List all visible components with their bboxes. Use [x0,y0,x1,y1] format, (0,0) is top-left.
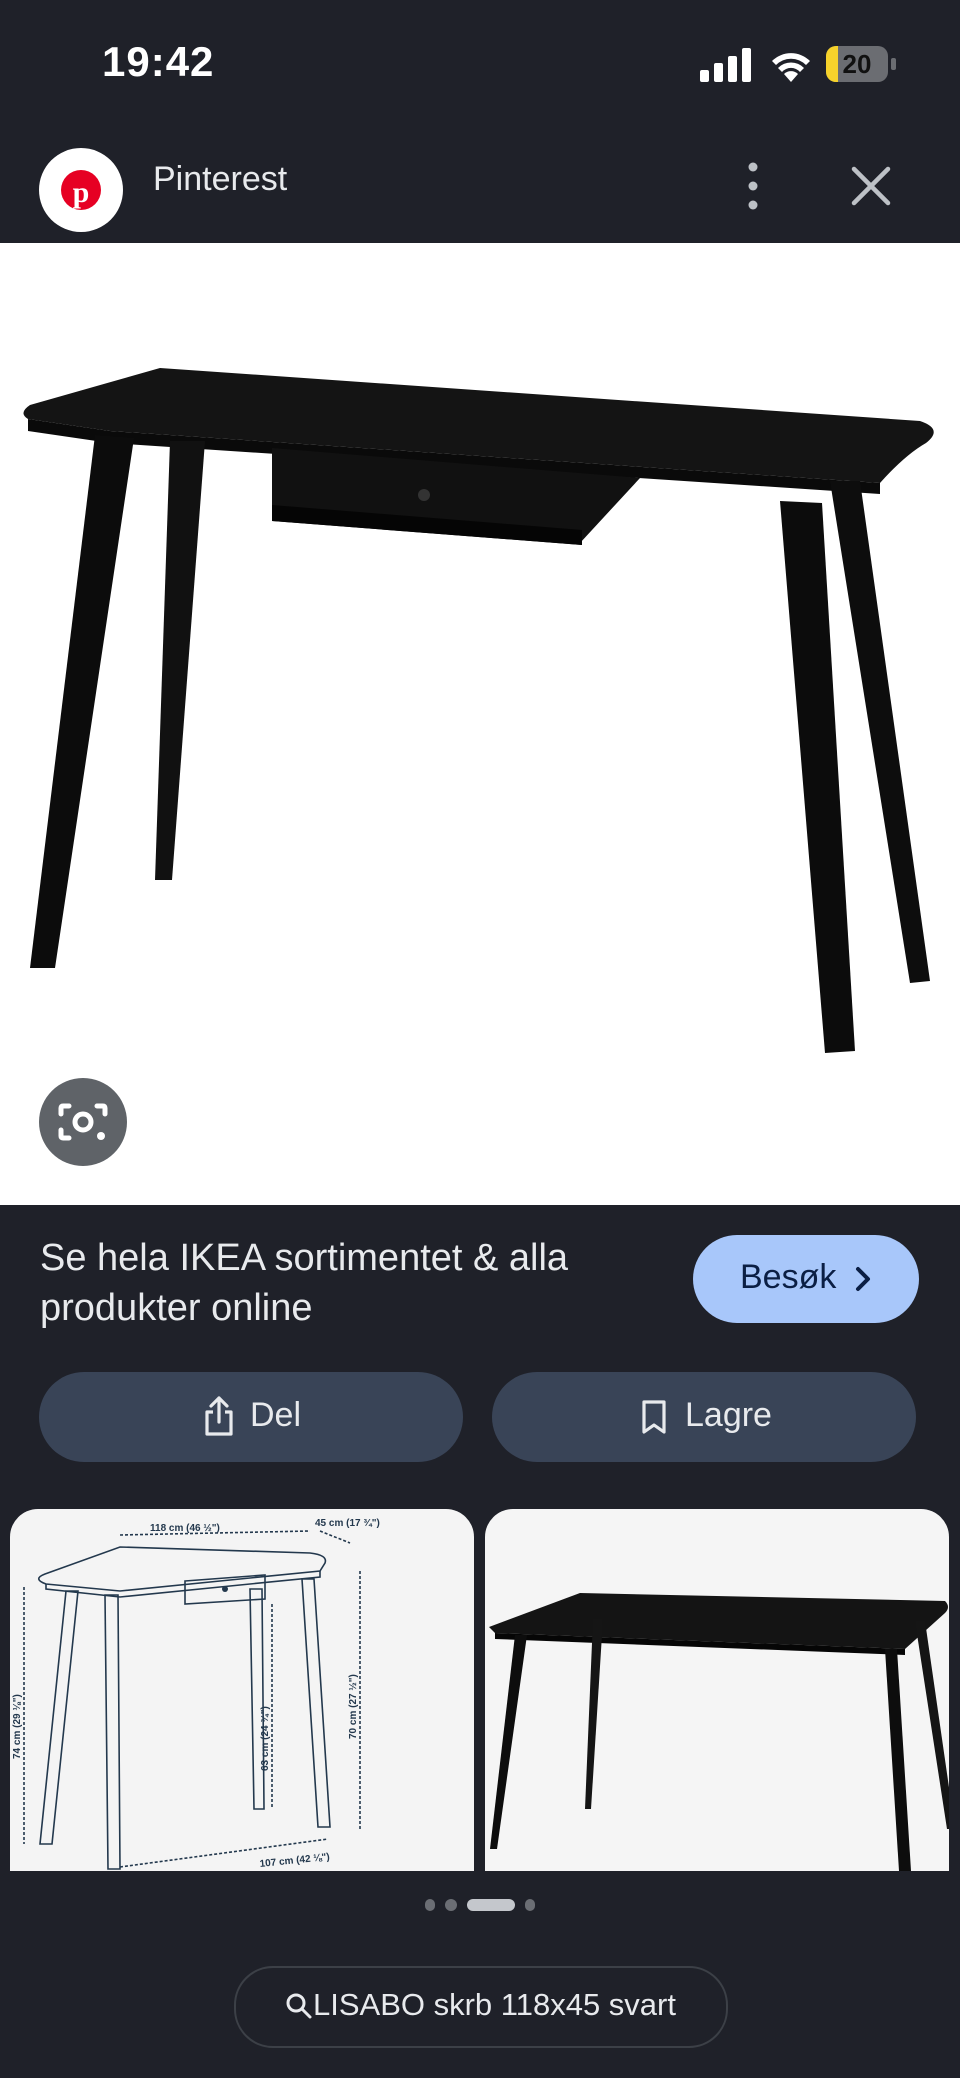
page-caption[interactable]: Se hela IKEA sortimentet & alla produkte… [40,1233,640,1333]
search-chip[interactable]: LISABO skrb 118x45 svart [234,1966,728,2048]
share-button[interactable]: Del [39,1372,463,1462]
desk-photo [489,1593,949,1871]
battery-level: 20 [842,49,872,79]
related-images: 118 cm (46 ½") 45 cm (17 ¾") 74 cm (29 ⅛… [0,1505,960,1871]
pager-dot[interactable] [425,1899,435,1911]
more-vert-icon[interactable] [735,156,771,216]
save-button[interactable]: Lagre [492,1372,916,1462]
main-image[interactable] [0,243,960,1205]
carousel-pager [0,1895,960,1915]
desk-image [23,368,934,1053]
cellular-signal-icon [700,48,751,82]
info-panel: Se hela IKEA sortimentet & alla produkte… [0,1205,960,1505]
share-icon [205,1396,233,1436]
visit-label: Besøk [740,1258,837,1296]
pinterest-logo-icon[interactable]: p [39,148,123,232]
related-dimension-drawing[interactable]: 118 cm (46 ½") 45 cm (17 ¾") 74 cm (29 ⅛… [10,1509,474,1871]
leg-span-dimension-label: 107 cm (42 ⅛") [259,1852,330,1870]
battery-icon: 20 [826,46,896,82]
svg-text:p: p [73,176,90,209]
wifi-icon [772,53,810,82]
pager-dot[interactable] [525,1899,535,1911]
status-time: 19:42 [102,38,215,85]
chevron-right-icon [856,1267,870,1291]
depth-dimension-label: 45 cm (17 ¾") [315,1518,380,1529]
bookmark-icon [642,1400,666,1434]
visit-button[interactable]: Besøk [693,1235,919,1323]
dimension-drawing: 118 cm (46 ½") 45 cm (17 ¾") 74 cm (29 ⅛… [12,1518,380,1870]
search-chip-label: LISABO skrb 118x45 svart [313,1987,676,2022]
close-icon[interactable] [845,156,897,216]
source-header: p Pinterest [0,130,960,243]
height-dimension-label: 74 cm (29 ⅛") [12,1694,23,1759]
width-dimension-label: 118 cm (46 ½") [150,1523,220,1534]
pager-dot[interactable] [445,1899,457,1911]
google-lens-icon[interactable] [39,1078,127,1166]
related-desk-photo[interactable] [485,1509,949,1871]
inner-height-dimension-label: 70 cm (27 ½") [348,1674,359,1739]
search-icon [286,1993,312,2019]
site-name[interactable]: Pinterest [153,160,287,199]
save-label: Lagre [685,1396,772,1434]
pager-dot-active[interactable] [467,1899,515,1911]
share-label: Del [250,1396,302,1434]
knee-height-dimension-label: 63 cm (24 ¾") [260,1706,271,1771]
status-bar: 19:42 20 [0,0,960,130]
